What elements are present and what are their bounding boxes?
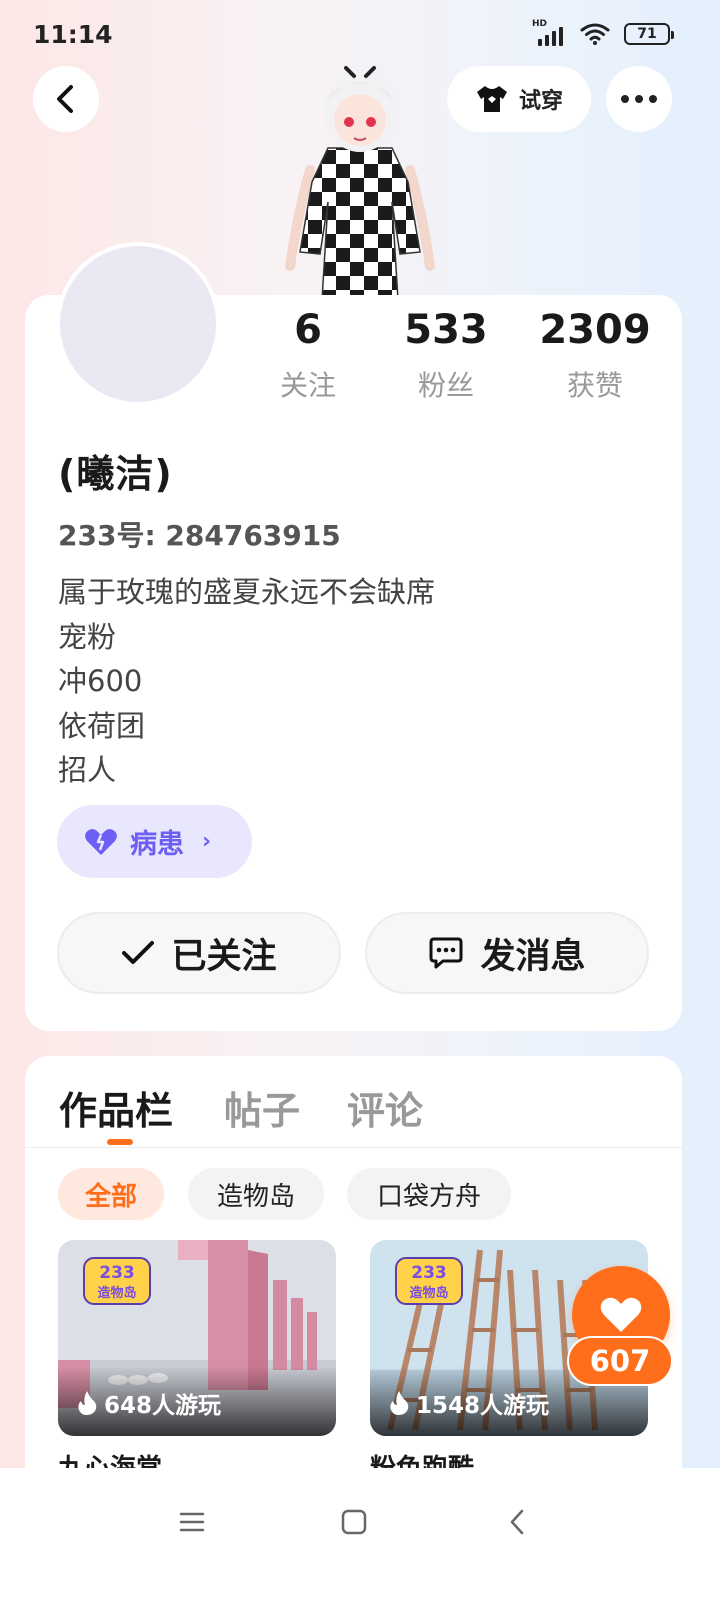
followed-button[interactable]: 已关注	[57, 912, 341, 994]
stat-following[interactable]: 6 关注	[233, 308, 383, 404]
play-count: 1548人游玩	[388, 1386, 549, 1420]
bio-line: 宠粉	[58, 619, 117, 654]
followed-label: 已关注	[171, 936, 277, 977]
stat-likes-label: 获赞	[566, 369, 623, 402]
back-button[interactable]	[33, 66, 99, 132]
work-card[interactable]: 233 造物岛 648人游玩	[58, 1240, 336, 1436]
chevron-left-icon	[57, 85, 73, 113]
tab-comments[interactable]: 评论	[347, 1080, 423, 1135]
send-message-button[interactable]: 发消息	[365, 912, 649, 994]
wifi-icon	[580, 23, 610, 45]
status-tag-label: 病患	[130, 829, 184, 860]
stat-following-label: 关注	[279, 369, 336, 402]
heart-icon	[85, 828, 117, 855]
works-card: 作品栏 帖子 评论 全部 造物岛 口袋方舟 233 造物岛 648人游玩 九心海…	[25, 1056, 682, 1476]
nickname: (曦洁)	[58, 452, 173, 496]
content-tabs: 作品栏 帖子 评论	[25, 1056, 682, 1148]
flame-icon	[390, 1391, 409, 1415]
tab-works[interactable]: 作品栏	[59, 1080, 173, 1135]
recent-apps-button[interactable]	[162, 1500, 222, 1544]
check-icon	[122, 941, 155, 964]
home-button[interactable]	[324, 1500, 384, 1544]
stat-likes: 2309 获赞	[520, 308, 670, 404]
play-count-text: 1548人游玩	[416, 1393, 550, 1419]
chat-icon	[429, 937, 463, 969]
tab-posts[interactable]: 帖子	[224, 1080, 300, 1135]
bio-line: 属于玫瑰的盛夏永远不会缺席	[58, 575, 436, 609]
bio-line: 招人	[58, 753, 117, 787]
stat-following-value: 6	[294, 307, 322, 353]
svg-text:造物岛: 造物岛	[97, 1285, 136, 1301]
more-dots-icon	[621, 95, 657, 103]
system-back-button[interactable]	[487, 1500, 547, 1544]
svg-text:造物岛: 造物岛	[409, 1285, 448, 1301]
cellular-signal-icon: HD	[532, 19, 566, 46]
square-icon	[341, 1509, 367, 1535]
bio: 属于玫瑰的盛夏永远不会缺席 宠粉 冲600 依荷团 招人	[58, 570, 435, 793]
battery-indicator: 71	[624, 23, 674, 45]
stat-followers[interactable]: 533 粉丝	[371, 308, 521, 404]
system-navigation-bar	[0, 1468, 720, 1600]
like-count: 607	[567, 1336, 673, 1386]
play-count: 648人游玩	[76, 1386, 221, 1420]
game-badge-logo: 233 造物岛	[83, 1257, 151, 1305]
status-time: 11:14	[33, 20, 113, 49]
svg-text:233: 233	[411, 1263, 447, 1283]
user-id: 233号: 284763915	[58, 519, 341, 552]
game-badge-logo: 233 造物岛	[395, 1257, 463, 1305]
filter-all[interactable]: 全部	[58, 1168, 164, 1220]
tab-indicator	[107, 1139, 133, 1145]
play-count-text: 648人游玩	[104, 1393, 222, 1419]
status-icons: HD 71	[532, 19, 674, 46]
flame-icon	[78, 1391, 97, 1415]
heart-icon	[600, 1297, 642, 1332]
stat-followers-label: 粉丝	[417, 369, 474, 402]
bio-line: 依荷团	[58, 708, 146, 743]
send-message-label: 发消息	[480, 936, 586, 977]
try-on-button[interactable]: 试穿	[447, 66, 591, 132]
avatar[interactable]	[56, 242, 220, 406]
chevron-left-icon	[510, 1509, 524, 1535]
bio-line: 冲600	[58, 664, 143, 698]
shirt-icon	[476, 86, 507, 112]
avatar-character	[280, 52, 440, 301]
stat-likes-value: 2309	[539, 307, 651, 353]
chevron-right-icon: ›	[202, 829, 212, 854]
filter-pocket-ark[interactable]: 口袋方舟	[347, 1168, 511, 1220]
stat-followers-value: 533	[404, 307, 488, 353]
svg-text:233: 233	[99, 1263, 135, 1283]
menu-icon	[179, 1512, 205, 1532]
filter-creation-island[interactable]: 造物岛	[188, 1168, 324, 1220]
more-button[interactable]	[606, 66, 672, 132]
status-tag[interactable]: 病患 ›	[57, 805, 252, 878]
try-on-label: 试穿	[518, 89, 563, 114]
